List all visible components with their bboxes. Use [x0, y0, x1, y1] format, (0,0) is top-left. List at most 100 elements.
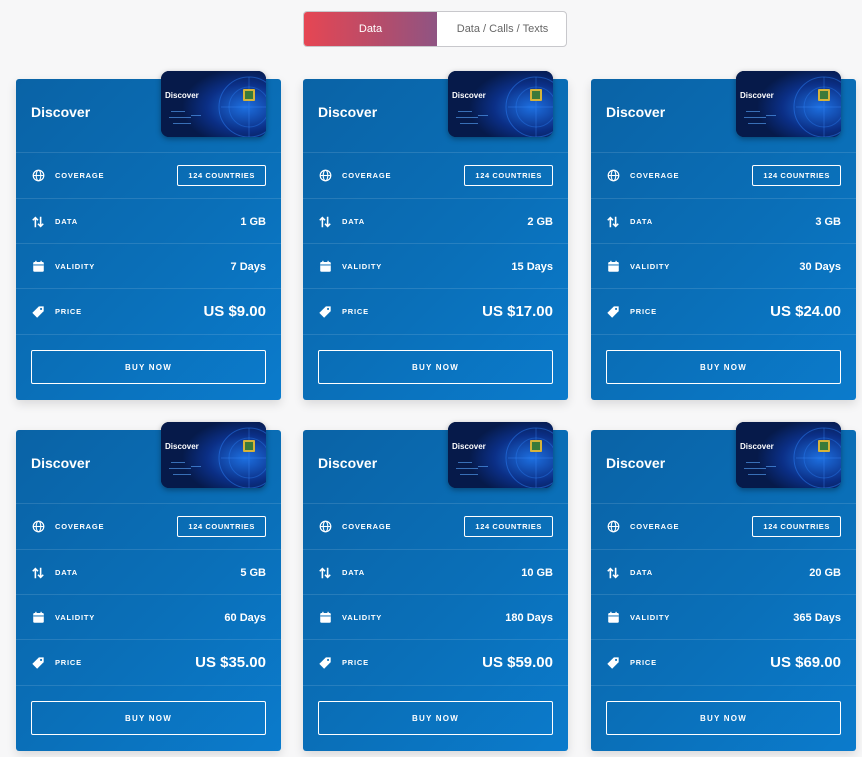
validity-label: VALIDITY — [342, 613, 383, 622]
arrows-up-down-icon — [606, 215, 620, 229]
plan-card: Discover Discover COVERAGE 124 COUNTRIES DAT… — [303, 422, 568, 751]
validity-value: 30 Days — [799, 260, 841, 273]
arrows-up-down-icon — [606, 566, 620, 580]
coverage-label: COVERAGE — [55, 522, 105, 531]
data-label: DATA — [630, 568, 653, 577]
sim-card-label: Discover — [165, 442, 199, 451]
price-row: PRICE US $69.00 — [591, 639, 856, 685]
sim-card-label: Discover — [452, 91, 486, 100]
buy-now-button[interactable]: BUY NOW — [31, 350, 266, 384]
coverage-row: COVERAGE 124 COUNTRIES — [16, 503, 281, 549]
buy-now-button[interactable]: BUY NOW — [606, 701, 841, 735]
validity-label: VALIDITY — [55, 262, 96, 271]
coverage-badge[interactable]: 124 COUNTRIES — [752, 165, 841, 186]
plan-type-toggle: Data Data / Calls / Texts — [303, 11, 567, 47]
tag-icon — [606, 656, 620, 670]
coverage-badge[interactable]: 124 COUNTRIES — [177, 516, 266, 537]
validity-label: VALIDITY — [342, 262, 383, 271]
coverage-badge[interactable]: 124 COUNTRIES — [177, 165, 266, 186]
validity-label: VALIDITY — [630, 262, 671, 271]
divider — [303, 334, 568, 335]
price-value: US $35.00 — [195, 654, 266, 671]
coverage-row: COVERAGE 124 COUNTRIES — [16, 152, 281, 198]
sim-card-image: Discover — [161, 71, 266, 137]
price-value: US $69.00 — [770, 654, 841, 671]
calendar-icon — [606, 611, 620, 625]
price-row: PRICE US $59.00 — [303, 639, 568, 685]
validity-value: 15 Days — [511, 260, 553, 273]
tag-icon — [318, 305, 332, 319]
sim-card-image: Discover — [736, 71, 841, 137]
plan-card: Discover Discover COVERAGE 124 COUNTRIES DAT… — [16, 71, 281, 400]
data-label: DATA — [55, 217, 78, 226]
validity-row: VALIDITY 15 Days — [303, 243, 568, 289]
data-value: 3 GB — [815, 215, 841, 228]
price-label: PRICE — [55, 307, 82, 316]
sim-card-label: Discover — [452, 442, 486, 451]
plan-card: Discover Discover COVERAGE 124 COUNTRIES DAT… — [591, 71, 856, 400]
data-label: DATA — [55, 568, 78, 577]
coverage-badge[interactable]: 124 COUNTRIES — [464, 516, 553, 537]
plan-card: Discover Discover COVERAGE 124 COUNTRIES DAT… — [16, 422, 281, 751]
data-row: DATA 10 GB — [303, 549, 568, 595]
globe-icon — [606, 169, 620, 183]
coverage-label: COVERAGE — [630, 522, 680, 531]
coverage-label: COVERAGE — [55, 171, 105, 180]
price-label: PRICE — [342, 307, 369, 316]
buy-now-button[interactable]: BUY NOW — [606, 350, 841, 384]
data-row: DATA 1 GB — [16, 198, 281, 244]
data-value: 5 GB — [240, 566, 266, 579]
coverage-label: COVERAGE — [342, 171, 392, 180]
buy-now-button[interactable]: BUY NOW — [31, 701, 266, 735]
plan-card: Discover Discover COVERAGE 124 COUNTRIES DAT… — [591, 422, 856, 751]
calendar-icon — [318, 611, 332, 625]
validity-value: 365 Days — [793, 611, 841, 624]
tab-data-calls-texts[interactable]: Data / Calls / Texts — [437, 12, 566, 46]
globe-icon — [31, 169, 45, 183]
arrows-up-down-icon — [31, 215, 45, 229]
arrows-up-down-icon — [318, 215, 332, 229]
arrows-up-down-icon — [31, 566, 45, 580]
divider — [16, 685, 281, 686]
divider — [16, 334, 281, 335]
sim-card-image: Discover — [448, 71, 553, 137]
buy-now-button[interactable]: BUY NOW — [318, 701, 553, 735]
globe-icon — [31, 520, 45, 534]
buy-now-button[interactable]: BUY NOW — [318, 350, 553, 384]
price-value: US $24.00 — [770, 303, 841, 320]
coverage-label: COVERAGE — [630, 171, 680, 180]
divider — [303, 685, 568, 686]
coverage-row: COVERAGE 124 COUNTRIES — [591, 152, 856, 198]
data-row: DATA 5 GB — [16, 549, 281, 595]
tab-data[interactable]: Data — [304, 12, 437, 46]
calendar-icon — [31, 260, 45, 274]
plan-name: Discover — [606, 104, 666, 120]
sim-card-image: Discover — [736, 422, 841, 488]
plan-name: Discover — [31, 455, 91, 471]
divider — [591, 685, 856, 686]
coverage-row: COVERAGE 124 COUNTRIES — [303, 152, 568, 198]
tag-icon — [31, 305, 45, 319]
arrows-up-down-icon — [318, 566, 332, 580]
coverage-badge[interactable]: 124 COUNTRIES — [464, 165, 553, 186]
validity-value: 7 Days — [230, 260, 266, 273]
validity-row: VALIDITY 7 Days — [16, 243, 281, 289]
coverage-label: COVERAGE — [342, 522, 392, 531]
calendar-icon — [318, 260, 332, 274]
sim-card-label: Discover — [740, 91, 774, 100]
data-row: DATA 2 GB — [303, 198, 568, 244]
price-row: PRICE US $24.00 — [591, 288, 856, 334]
globe-icon — [606, 520, 620, 534]
plan-name: Discover — [318, 104, 378, 120]
tag-icon — [31, 656, 45, 670]
validity-row: VALIDITY 30 Days — [591, 243, 856, 289]
plan-name: Discover — [31, 104, 91, 120]
validity-row: VALIDITY 180 Days — [303, 594, 568, 640]
price-label: PRICE — [55, 658, 82, 667]
price-label: PRICE — [630, 658, 657, 667]
divider — [591, 334, 856, 335]
sim-card-image: Discover — [448, 422, 553, 488]
coverage-badge[interactable]: 124 COUNTRIES — [752, 516, 841, 537]
price-label: PRICE — [342, 658, 369, 667]
price-value: US $59.00 — [482, 654, 553, 671]
